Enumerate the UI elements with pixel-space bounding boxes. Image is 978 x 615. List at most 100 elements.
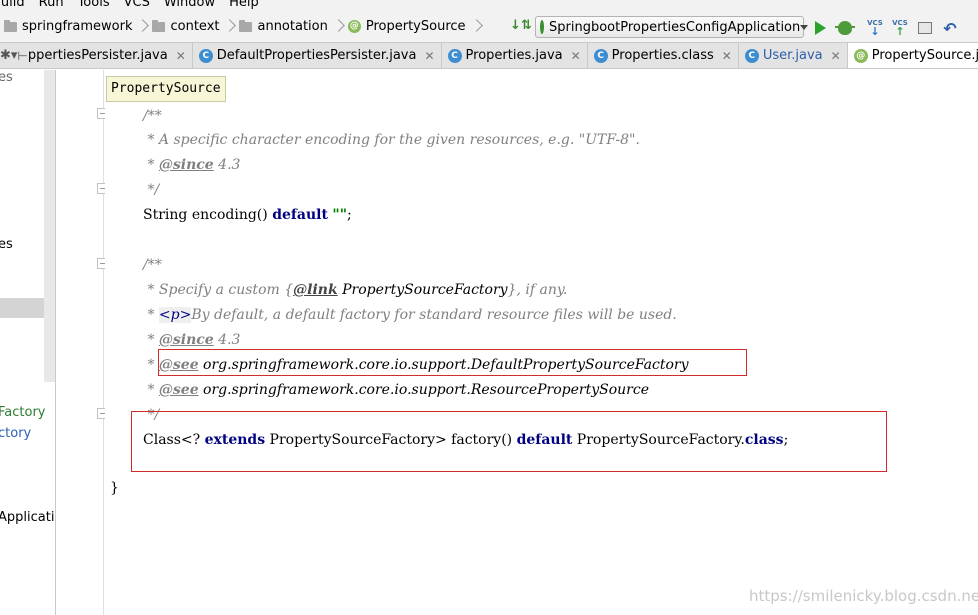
html-tag: <p> [158, 307, 192, 323]
tab-label: DefaultPropertiesPersister.java [216, 48, 417, 63]
javadoc-tag: @since [158, 157, 214, 173]
project-item[interactable]: Factory [0, 405, 46, 420]
gear-icon[interactable]: ✱▾ [0, 43, 17, 68]
comment-text: /** [143, 257, 162, 273]
watermark: https://smilenicky.blog.csdn.net [749, 587, 978, 605]
spring-boot-icon [540, 20, 544, 34]
comment-text: }, if any. [507, 282, 568, 298]
comment-star: * [143, 357, 159, 373]
tab-user-java[interactable]: C User.java ✕ [738, 43, 848, 68]
folder-icon [152, 19, 166, 32]
folder-icon [239, 19, 253, 32]
keyword: default [272, 207, 328, 223]
tab-label: User.java [762, 48, 823, 63]
comment-text: */ [143, 182, 160, 198]
comment-text: * [143, 307, 159, 323]
code-text: ; [347, 207, 352, 223]
chevron-right-icon [138, 17, 146, 37]
breadcrumb-propertysource[interactable]: @ PropertySource [344, 16, 470, 38]
breadcrumb-context[interactable]: context [148, 16, 223, 38]
vcs-update-button[interactable]: VCS ↓ [865, 18, 885, 38]
breadcrumb-tooltip: PropertySource [106, 76, 226, 102]
tab-default-properties-persister[interactable]: C DefaultPropertiesPersister.java ✕ [192, 43, 442, 68]
code-line: /** [143, 106, 162, 126]
close-icon[interactable]: ✕ [571, 49, 581, 63]
play-icon [814, 21, 826, 35]
code-line: String encoding() default ""; [143, 205, 352, 225]
tab-properties-persister[interactable]: ppertiesPersister.java ✕ [27, 43, 193, 68]
run-configuration-label: SpringbootPropertiesConfigApplication [549, 19, 801, 35]
code-line: * A specific character encoding for the … [143, 130, 640, 150]
collapse-icon[interactable]: ⊢ [17, 43, 27, 68]
sort-icon[interactable]: ↓⇅ [510, 16, 532, 36]
project-item[interactable]: Applicatio [0, 510, 55, 525]
editor-tab-bar: ✱▾ ⊢ ppertiesPersister.java ✕ C DefaultP… [0, 43, 978, 69]
comment-text: 4.3 [213, 157, 241, 173]
comment-star: * [143, 157, 159, 173]
code-text: String encoding() [143, 207, 273, 223]
close-icon[interactable]: ✕ [424, 49, 434, 63]
history-button[interactable] [915, 18, 935, 38]
menu-run[interactable]: Run [39, 0, 64, 10]
run-button[interactable] [810, 18, 830, 38]
close-icon[interactable]: ✕ [831, 49, 841, 63]
tab-properties-java[interactable]: C Properties.java ✕ [441, 43, 588, 68]
project-tool-window: es es Factory ctory Applicatio [0, 70, 56, 615]
history-icon [918, 22, 932, 34]
closing-brace: } [110, 480, 119, 496]
javadoc-tag: @link [293, 282, 338, 298]
menu-tools[interactable]: Tools [78, 0, 110, 10]
comment-text: By default, a default factory for standa… [191, 307, 677, 323]
revert-button[interactable]: ↶ [940, 18, 960, 38]
close-icon[interactable]: ✕ [722, 49, 732, 63]
highlight-box-factory-method [131, 411, 887, 472]
menu-build[interactable]: Build [0, 0, 25, 10]
debug-button[interactable] [835, 18, 855, 38]
javadoc-tag: @since [158, 332, 214, 348]
folder-icon [4, 19, 17, 32]
highlight-box-see-default-factory [158, 349, 747, 376]
comment-star: * [143, 382, 159, 398]
chevron-down-icon [800, 24, 809, 30]
editor-gutter[interactable] [57, 70, 104, 615]
menu-help[interactable]: Help [229, 0, 259, 10]
tab-properties-class[interactable]: C Properties.class ✕ [587, 43, 739, 68]
chevron-right-icon [334, 17, 342, 37]
annotation-icon: @ [853, 48, 868, 63]
code-line: * @see org.springframework.core.io.suppo… [143, 380, 649, 400]
annotation-icon: @ [347, 20, 361, 33]
run-configuration-select[interactable]: SpringbootPropertiesConfigApplication [535, 16, 809, 38]
java-class-icon: C [198, 48, 213, 63]
chevron-right-icon [225, 17, 233, 37]
project-item[interactable]: es [0, 237, 13, 252]
javadoc-reference: PropertySourceFactory [337, 282, 508, 298]
comment-text: /** [143, 108, 162, 124]
breadcrumb-label: annotation [257, 19, 328, 34]
project-item[interactable]: ctory [0, 426, 31, 441]
breadcrumb-annotation[interactable]: annotation [235, 16, 331, 38]
chevron-right-icon [472, 17, 480, 37]
bug-icon [835, 21, 855, 35]
breadcrumb-springframework[interactable]: springframework [0, 16, 136, 38]
comment-star: * [143, 332, 159, 348]
comment-text: * A specific character encoding for the … [143, 132, 640, 148]
comment-text: 4.3 [213, 332, 241, 348]
menu-bar: Build Run Tools VCS Window Help [0, 0, 978, 11]
code-line: */ [143, 180, 159, 200]
project-scrollbar[interactable] [44, 70, 55, 382]
breadcrumb-label: context [170, 19, 220, 34]
vcs-commit-button[interactable]: VCS ↑ [890, 18, 910, 38]
comment-text: * Specify a custom { [143, 282, 294, 298]
code-editor[interactable]: /** * A specific character encoding for … [105, 70, 978, 615]
tab-label: ppertiesPersister.java [27, 48, 168, 63]
close-icon[interactable]: ✕ [176, 49, 186, 63]
menu-vcs[interactable]: VCS [124, 0, 150, 10]
project-item[interactable]: es [0, 70, 13, 85]
tab-label: Properties.class [611, 48, 714, 63]
navigation-bar: springframework context annotation @ Pro… [0, 11, 978, 43]
tab-property-source-java[interactable]: @ PropertySource.java ✕ [847, 43, 978, 68]
java-class-icon: C [593, 48, 608, 63]
code-line: * <p>By default, a default factory for s… [143, 305, 677, 325]
menu-window[interactable]: Window [164, 0, 215, 10]
tab-label: Properties.java [465, 48, 563, 63]
